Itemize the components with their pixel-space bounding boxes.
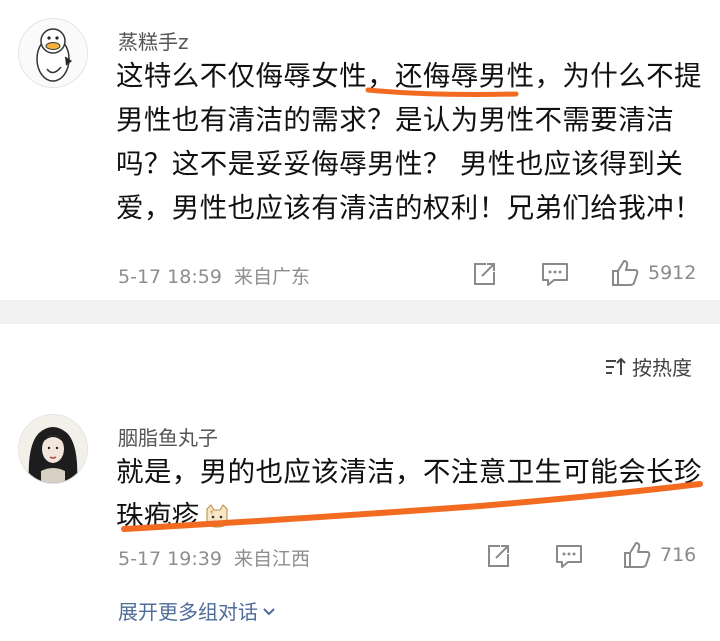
annotation-underline <box>121 481 703 532</box>
share-button[interactable] <box>484 542 512 570</box>
location: 来自广东 <box>233 266 310 288</box>
comment-meta: 5-17 18:59 来自广东 <box>118 262 310 289</box>
share-button[interactable] <box>470 260 498 288</box>
like-icon <box>612 260 639 286</box>
expand-more-link[interactable]: 展开更多组对话 <box>118 596 278 625</box>
share-icon <box>488 545 509 567</box>
like-button[interactable]: 5912 <box>610 258 696 288</box>
annotation-underline <box>365 87 519 97</box>
location: 来自江西 <box>233 548 310 570</box>
timestamp: 5-17 19:39 <box>118 548 222 570</box>
comment-button[interactable] <box>554 542 584 570</box>
like-button[interactable]: 716 <box>622 540 696 570</box>
comment-icon <box>556 545 582 568</box>
chevron-down-icon <box>263 607 275 615</box>
comment-card-2: 按热度 胭脂鱼丸子 就是，男的也应该清洁，不注意卫生可能会长珍 珠疱疹 5-17… <box>0 324 720 641</box>
like-icon <box>624 542 651 568</box>
like-count: 716 <box>660 544 697 566</box>
timestamp: 5-17 18:59 <box>118 266 222 288</box>
like-count: 5912 <box>648 262 697 284</box>
expand-label: 展开更多组对话 <box>118 600 258 624</box>
comment-card-1: 蒸糕手z 这特么不仅侮辱女性，还侮辱男性，为什么不提 男性也有清洁的需求？是认为… <box>0 0 720 300</box>
separator <box>0 300 720 324</box>
comment-meta: 5-17 19:39 来自江西 <box>118 544 310 571</box>
share-icon <box>474 263 495 285</box>
comment-button[interactable] <box>540 260 570 288</box>
comment-icon <box>542 263 568 286</box>
